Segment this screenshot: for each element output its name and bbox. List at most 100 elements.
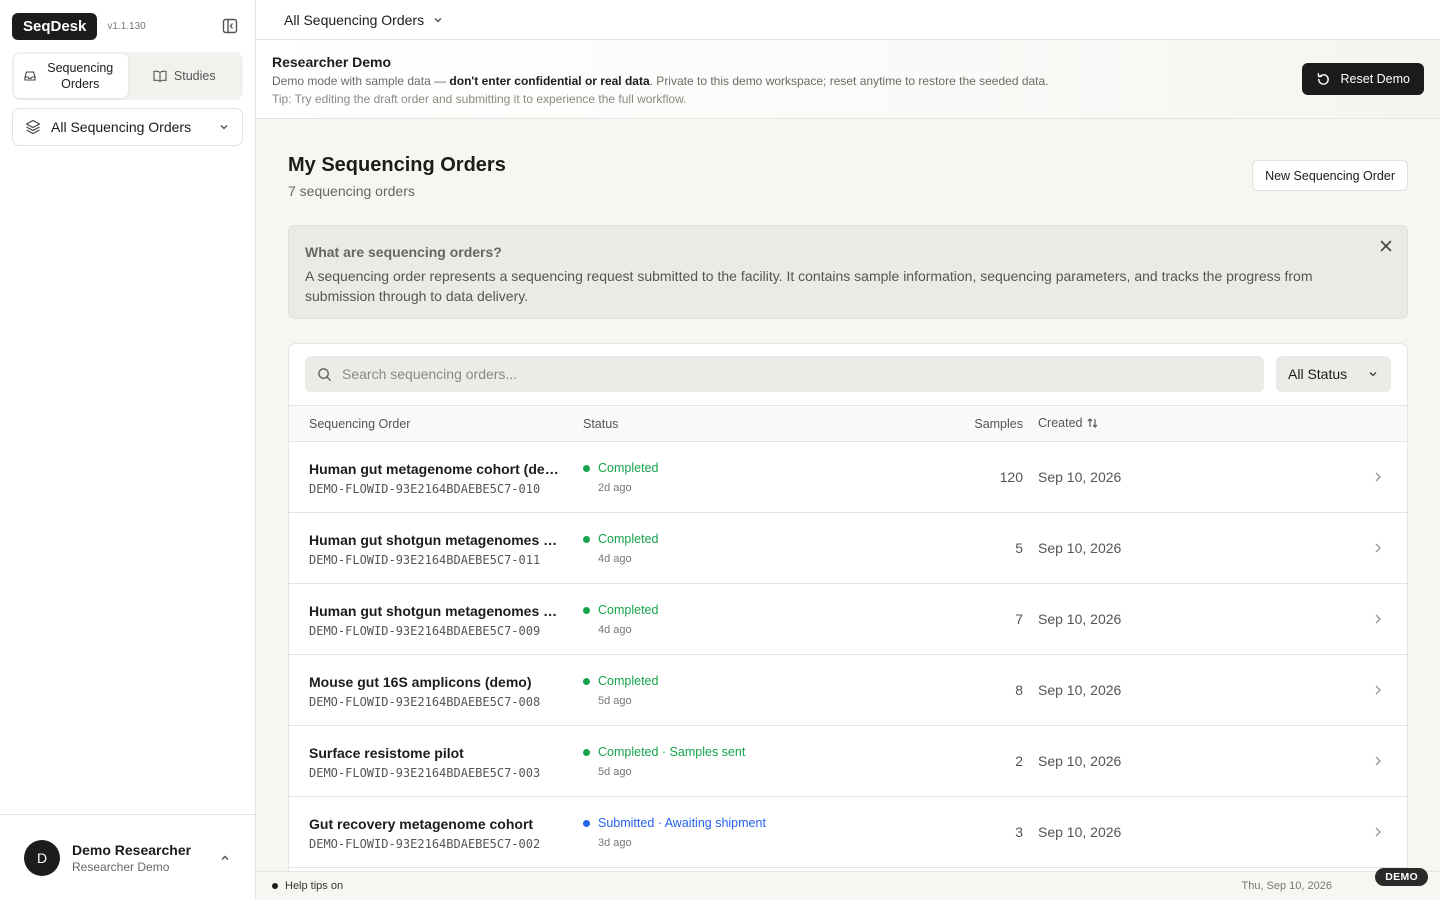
user-role: Researcher Demo: [72, 859, 170, 874]
banner-tip: Tip: Try editing the draft order and sub…: [272, 92, 687, 106]
order-status-label: Completed: [598, 532, 659, 546]
order-status: Submitted · Awaiting shipment: [583, 816, 766, 830]
sidebar-tab-label: Studies: [173, 69, 216, 83]
avatar: D: [24, 839, 60, 876]
order-name: Human gut shotgun metagenomes — batch: [309, 532, 565, 548]
user-menu[interactable]: D Demo Researcher Researcher Demo: [0, 814, 255, 900]
order-status-label: Completed · Samples sent: [598, 745, 746, 759]
order-status-age: 3d ago: [598, 837, 632, 849]
chevron-right-icon: [1375, 756, 1381, 766]
header-created-label: Created: [1038, 416, 1083, 430]
status-dot: [583, 606, 590, 614]
order-name: Gut recovery metagenome cohort: [309, 816, 534, 832]
order-name: Surface resistome pilot: [309, 745, 464, 761]
demo-banner: Researcher Demo Demo mode with sample da…: [256, 40, 1440, 119]
sidebar-collapse-icon[interactable]: [222, 18, 238, 34]
order-id: DEMO-FLOWID-93E2164BDAEBE5C7-009: [309, 624, 541, 638]
new-sequencing-order-button[interactable]: New Sequencing Order: [1252, 160, 1408, 191]
table-row[interactable]: Gut recovery metagenome cohort DEMO-FLOWI…: [289, 797, 1407, 868]
chevron-down-icon: [220, 125, 228, 130]
chevron-right-icon: [1375, 685, 1381, 695]
banner-notice-pre: Demo mode with sample data —: [272, 74, 450, 88]
layers-icon: [25, 119, 41, 135]
header-status[interactable]: Status: [583, 417, 618, 431]
order-id: DEMO-FLOWID-93E2164BDAEBE5C7-003: [309, 766, 541, 780]
status-bar: Help tips on Thu, Sep 10, 2026: [256, 871, 1440, 900]
status-dot: [583, 748, 590, 756]
order-status-age: 4d ago: [598, 553, 632, 565]
order-samples: 120: [999, 469, 1023, 485]
table-row[interactable]: Human gut shotgun metagenomes — batch DEM…: [289, 513, 1407, 584]
order-created: Sep 10, 2026: [1038, 682, 1122, 698]
order-id: DEMO-FLOWID-93E2164BDAEBE5C7-008: [309, 695, 541, 709]
main-content: My Sequencing Orders 7 sequencing orders…: [256, 119, 1440, 871]
order-created: Sep 10, 2026: [1038, 753, 1122, 769]
search-input[interactable]: Search sequencing orders...: [305, 356, 1264, 392]
info-title: What are sequencing orders?: [305, 244, 502, 260]
table-row[interactable]: Surface resistome pilot DEMO-FLOWID-93E21…: [289, 726, 1407, 797]
order-status: Completed: [583, 461, 658, 475]
order-status-label: Completed: [598, 674, 659, 688]
order-samples: 8: [1015, 682, 1023, 698]
header-sequencing-order[interactable]: Sequencing Order: [309, 417, 410, 431]
reset-demo-label: Reset Demo: [1340, 72, 1410, 86]
order-status-age: 4d ago: [598, 624, 632, 636]
order-samples: 7: [1015, 611, 1023, 627]
order-status: Completed · Samples sent: [583, 745, 745, 759]
status-filter-value: All Status: [1288, 366, 1348, 382]
order-id: DEMO-FLOWID-93E2164BDAEBE5C7-010: [309, 482, 541, 496]
sidebar-tab-label: Sequencing Orders: [47, 61, 114, 91]
user-info: Demo Researcher Researcher Demo: [72, 842, 191, 874]
order-created: Sep 10, 2026: [1038, 540, 1122, 556]
order-samples: 5: [1015, 540, 1023, 556]
reset-demo-button[interactable]: Reset Demo: [1301, 63, 1424, 95]
order-status: Completed: [583, 532, 658, 546]
close-icon[interactable]: [1379, 239, 1393, 253]
chevron-right-icon: [1375, 827, 1381, 837]
order-created: Sep 10, 2026: [1038, 469, 1122, 485]
status-filter-select[interactable]: All Status: [1276, 356, 1391, 392]
order-status: Completed: [583, 674, 658, 688]
banner-title: Researcher Demo: [272, 54, 392, 70]
order-name: Human gut metagenome cohort (demo): [309, 461, 565, 477]
chevron-down-icon[interactable]: [432, 14, 444, 26]
page-title: My Sequencing Orders: [288, 154, 506, 176]
info-box: What are sequencing orders? A sequencing…: [288, 225, 1408, 319]
table-header: Sequencing Order Status Samples Created: [289, 405, 1407, 442]
order-status-label: Submitted · Awaiting shipment: [598, 816, 766, 830]
help-tips-toggle[interactable]: Help tips on: [285, 880, 343, 892]
topbar-scope-label[interactable]: All Sequencing Orders: [284, 12, 424, 28]
sidebar-tab-sequencing-orders[interactable]: Sequencing Orders: [14, 54, 128, 98]
footer-date: Thu, Sep 10, 2026: [1241, 880, 1332, 892]
search-icon: [318, 367, 332, 381]
book-icon: [153, 70, 167, 82]
table-row[interactable]: Human gut shotgun metagenomes — pilot DEM…: [289, 584, 1407, 655]
order-status-label: Completed: [598, 461, 659, 475]
chevron-down-icon: [1369, 372, 1377, 377]
order-created: Sep 10, 2026: [1038, 824, 1122, 840]
sidebar-tab-studies[interactable]: Studies: [128, 54, 242, 98]
header-created[interactable]: Created: [1038, 416, 1098, 430]
order-status-age: 5d ago: [598, 695, 632, 707]
order-id: DEMO-FLOWID-93E2164BDAEBE5C7-011: [309, 553, 541, 567]
scope-select-value: All Sequencing Orders: [51, 119, 192, 135]
app-logo[interactable]: SeqDesk: [12, 12, 98, 40]
sidebar-tabs: Sequencing Orders Studies: [12, 52, 243, 100]
order-status: Completed: [583, 603, 658, 617]
chevron-up-icon: [221, 855, 229, 860]
header-samples[interactable]: Samples: [974, 417, 1023, 431]
banner-notice: Demo mode with sample data — don't enter…: [272, 74, 1424, 88]
scope-select[interactable]: All Sequencing Orders: [12, 108, 243, 146]
inbox-icon: [24, 71, 36, 81]
brand-row: SeqDesk v1.1.130: [12, 12, 243, 40]
order-status-label: Completed: [598, 603, 659, 617]
status-dot: [583, 819, 590, 827]
status-dot: [583, 464, 590, 472]
user-name: Demo Researcher: [72, 841, 192, 858]
status-dot: [583, 535, 590, 543]
table-row[interactable]: Mouse gut 16S amplicons (demo) DEMO-FLOWI…: [289, 655, 1407, 726]
table-row[interactable]: Human gut metagenome cohort (demo) DEMO-F…: [289, 442, 1407, 513]
page-subtitle: 7 sequencing orders: [288, 183, 415, 199]
reset-icon: [1317, 72, 1329, 85]
help-tips-dot: [272, 883, 278, 889]
